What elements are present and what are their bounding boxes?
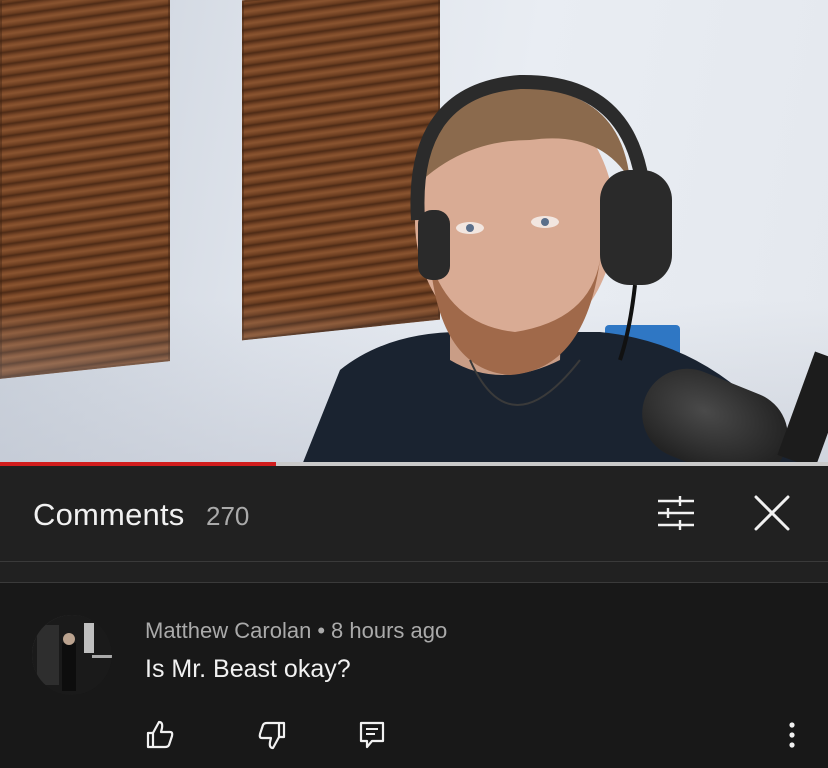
thumbs-up-icon [146,720,174,749]
video-player[interactable] [0,0,828,462]
more-options-button[interactable] [772,715,812,755]
comment-author[interactable]: Matthew Carolan [145,618,311,643]
close-icon [754,495,790,531]
comment-meta: Matthew Carolan • 8 hours ago [145,618,447,644]
comment-text: Is Mr. Beast okay? [145,655,351,683]
avatar-image [32,615,112,695]
comment-item: Matthew Carolan • 8 hours ago Is Mr. Beast… [0,583,828,768]
comments-header: Comments 270 [0,466,828,562]
comment-time: 8 hours ago [331,618,448,643]
comments-count: 270 [206,501,250,531]
reply-button[interactable] [352,715,392,755]
close-comments-button[interactable] [746,491,798,535]
avatar[interactable] [32,615,112,695]
dislike-button[interactable] [252,715,292,755]
reply-icon [359,721,385,749]
sort-comments-button[interactable] [650,491,702,535]
meta-separator: • [317,618,326,643]
comments-title: Comments [33,497,185,532]
like-button[interactable] [140,715,180,755]
comments-subheader [0,562,828,583]
sort-filter-icon [658,496,694,530]
thumbs-down-icon [258,721,286,750]
more-vertical-icon [789,722,795,748]
